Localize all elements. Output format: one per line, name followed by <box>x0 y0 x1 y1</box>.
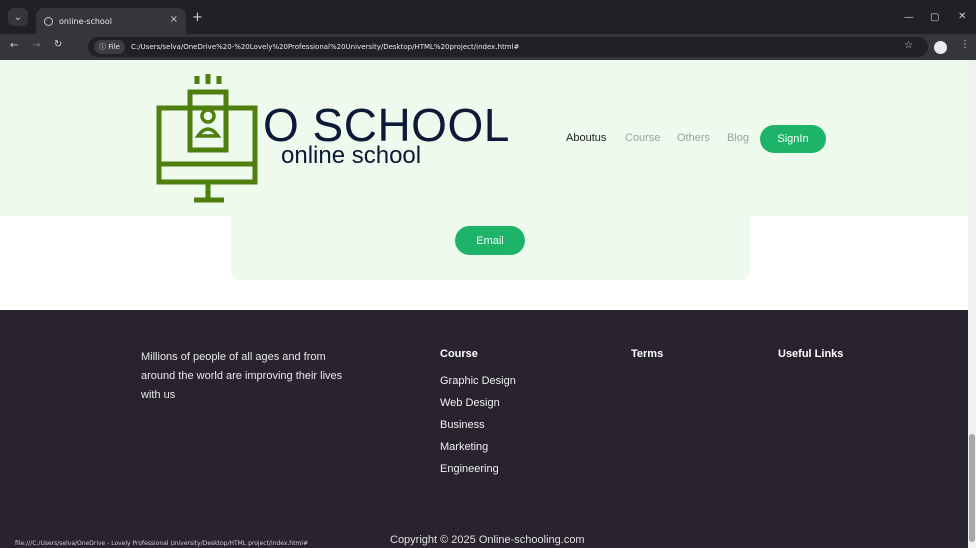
scrollbar-thumb[interactable] <box>969 434 975 542</box>
site-info-chip[interactable]: ⓘ File <box>94 40 125 54</box>
address-bar-row: ← → ↻ ⓘ File C:/Users/selva/OneDrive%20-… <box>0 34 976 60</box>
url-text: C:/Users/selva/OneDrive%20-%20Lovely%20P… <box>130 43 520 51</box>
footer-course-title: Course <box>440 348 478 360</box>
menu-chevron-icon: ⌄ <box>13 11 23 23</box>
footer-useful-links-title: Useful Links <box>778 348 844 360</box>
forward-icon[interactable]: → <box>32 40 40 51</box>
school-logo-icon <box>156 74 258 203</box>
web-page: O SCHOOL online school Aboutus Course Ot… <box>0 60 968 548</box>
footer-terms-title: Terms <box>631 348 664 360</box>
more-icon[interactable]: ⋮ <box>960 39 970 50</box>
signin-button[interactable]: SignIn <box>760 125 826 153</box>
file-label: File <box>108 43 120 51</box>
footer-link-engineering[interactable]: Engineering <box>440 458 516 480</box>
tab-title: online-school <box>59 16 112 26</box>
close-icon[interactable]: ✕ <box>958 11 966 22</box>
new-tab-button[interactable]: + <box>192 10 203 25</box>
minimize-icon[interactable]: — <box>904 12 914 23</box>
footer-link-business[interactable]: Business <box>440 414 516 436</box>
close-tab-icon[interactable]: × <box>170 14 178 25</box>
url-field[interactable]: ⓘ File C:/Users/selva/OneDrive%20-%20Lov… <box>88 37 928 57</box>
back-icon[interactable]: ← <box>10 40 18 51</box>
nav-blog[interactable]: Blog <box>727 132 749 144</box>
tab-search-button[interactable]: ⌄ <box>8 8 28 26</box>
restore-icon[interactable]: ▢ <box>930 12 939 23</box>
browser-tab[interactable]: online-school × <box>36 8 186 34</box>
browser-tab-bar: ⌄ online-school × + — ▢ ✕ <box>0 0 976 34</box>
profile-icon[interactable] <box>934 41 947 54</box>
copyright-text: Copyright © 2025 Online-schooling.com <box>390 534 585 546</box>
footer-link-web-design[interactable]: Web Design <box>440 392 516 414</box>
footer-course-links: Graphic Design Web Design Business Marke… <box>440 370 516 480</box>
email-button[interactable]: Email <box>455 226 525 255</box>
nav-course[interactable]: Course <box>625 132 660 144</box>
reload-icon[interactable]: ↻ <box>54 39 62 50</box>
globe-icon <box>44 16 53 26</box>
status-bar-url: file:///C:/Users/selva/OneDrive - Lovely… <box>12 539 311 548</box>
star-icon[interactable]: ☆ <box>904 40 913 51</box>
info-icon: ⓘ <box>99 43 109 51</box>
footer-link-marketing[interactable]: Marketing <box>440 436 516 458</box>
nav-aboutus[interactable]: Aboutus <box>566 132 606 144</box>
brand-subtitle: online school <box>281 142 422 169</box>
footer: Millions of people of all ages and from … <box>0 310 968 548</box>
nav-others[interactable]: Others <box>677 132 710 144</box>
footer-link-graphic-design[interactable]: Graphic Design <box>440 370 516 392</box>
footer-about-text: Millions of people of all ages and from … <box>141 351 343 401</box>
